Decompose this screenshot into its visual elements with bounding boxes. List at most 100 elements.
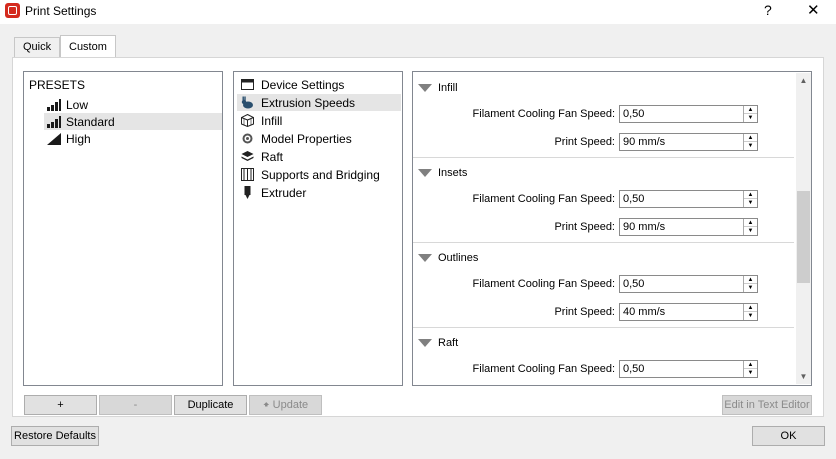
print-speed-label: Print Speed: — [554, 136, 615, 148]
presets-header: PRESETS — [29, 78, 86, 92]
divider — [413, 327, 794, 328]
supports-icon — [241, 168, 254, 181]
presets-panel: PRESETS Low Standard High — [23, 71, 223, 386]
category-label: Infill — [261, 114, 283, 128]
print-speed-spinbox[interactable]: 90 mm/s ▲ ▼ — [619, 218, 758, 236]
close-button[interactable]: ✕ — [807, 1, 820, 19]
spin-up-icon[interactable]: ▲ — [744, 219, 757, 227]
window-title: Print Settings — [25, 4, 97, 18]
category-device-settings[interactable]: Device Settings — [237, 76, 401, 93]
title-bar: Print Settings ? ✕ — [0, 0, 836, 24]
spin-up-icon[interactable]: ▲ — [744, 304, 757, 312]
section-title: Raft — [438, 337, 459, 349]
spin-up-icon[interactable]: ▲ — [744, 276, 757, 284]
category-extruder[interactable]: Extruder — [237, 184, 401, 201]
scroll-thumb[interactable] — [797, 191, 810, 283]
preset-item-standard[interactable]: Standard — [44, 113, 222, 130]
collapse-triangle-icon — [418, 339, 432, 347]
print-speed-spinbox[interactable]: 90 mm/s ▲ ▼ — [619, 133, 758, 151]
spin-down-icon[interactable]: ▼ — [744, 284, 757, 292]
collapse-triangle-icon — [418, 169, 432, 177]
fan-speed-spinbox[interactable]: 0,50 ▲ ▼ — [619, 275, 758, 293]
collapse-triangle-icon — [418, 254, 432, 262]
section-header-raft[interactable]: Raft — [418, 337, 458, 349]
ok-button[interactable]: OK — [752, 426, 825, 446]
cube-icon — [241, 114, 254, 127]
spin-up-icon[interactable]: ▲ — [744, 361, 757, 369]
signal-medium-icon — [47, 116, 61, 128]
category-model-properties[interactable]: Model Properties — [237, 130, 401, 147]
fan-speed-spinbox[interactable]: 0,50 ▲ ▼ — [619, 190, 758, 208]
collapse-triangle-icon — [418, 84, 432, 92]
category-label: Extrusion Speeds — [261, 96, 356, 110]
restore-defaults-button[interactable]: Restore Defaults — [11, 426, 99, 446]
remove-preset-button[interactable]: - — [99, 395, 172, 415]
fan-speed-spinbox[interactable]: 0,50 ▲ ▼ — [619, 360, 758, 378]
arrow-up-icon: 🠹 — [262, 399, 270, 411]
settings-scrollbar[interactable]: ▲ ▼ — [796, 73, 811, 384]
spin-value: 90 mm/s — [623, 221, 666, 233]
preset-label: High — [66, 132, 91, 146]
preset-label: Low — [66, 98, 89, 112]
print-speed-label: Print Speed: — [554, 221, 615, 233]
signal-low-icon — [47, 99, 61, 111]
settings-panel: Infill Filament Cooling Fan Speed: 0,50 … — [412, 71, 812, 386]
spin-up-icon[interactable]: ▲ — [744, 106, 757, 114]
category-raft[interactable]: Raft — [237, 148, 401, 165]
add-preset-button[interactable]: + — [24, 395, 97, 415]
extruder-icon — [244, 186, 251, 199]
rabbit-icon — [241, 96, 253, 109]
update-preset-button[interactable]: 🠹 Update — [249, 395, 322, 415]
section-title: Infill — [438, 82, 458, 94]
spin-up-icon[interactable]: ▲ — [744, 191, 757, 199]
gear-icon — [242, 133, 253, 144]
category-label: Supports and Bridging — [261, 168, 380, 182]
scroll-up-icon[interactable]: ▲ — [796, 73, 811, 88]
section-header-outlines[interactable]: Outlines — [418, 252, 478, 264]
section-header-infill[interactable]: Infill — [418, 82, 458, 94]
scroll-down-icon[interactable]: ▼ — [796, 369, 811, 384]
categories-panel: Device Settings Extrusion Speeds Infill … — [233, 71, 403, 386]
print-speed-spinbox[interactable]: 40 mm/s ▲ ▼ — [619, 303, 758, 321]
spin-value: 0,50 — [623, 278, 645, 290]
spin-value: 40 mm/s — [623, 306, 666, 318]
spin-down-icon[interactable]: ▼ — [744, 199, 757, 207]
spin-down-icon[interactable]: ▼ — [744, 114, 757, 122]
section-header-insets[interactable]: Insets — [418, 167, 467, 179]
spin-down-icon[interactable]: ▼ — [744, 142, 757, 150]
preset-label: Standard — [66, 115, 115, 129]
spin-up-icon[interactable]: ▲ — [744, 134, 757, 142]
fan-speed-label: Filament Cooling Fan Speed: — [472, 363, 615, 375]
tab-quick[interactable]: Quick — [14, 37, 61, 57]
edit-in-text-editor-button[interactable]: Edit in Text Editor — [722, 395, 812, 415]
fan-speed-label: Filament Cooling Fan Speed: — [472, 278, 615, 290]
category-extrusion-speeds[interactable]: Extrusion Speeds — [237, 94, 401, 111]
spin-down-icon[interactable]: ▼ — [744, 369, 757, 377]
update-label: Update — [272, 399, 309, 411]
app-logo-icon — [5, 3, 20, 18]
signal-high-icon — [47, 133, 61, 145]
window-icon — [241, 79, 254, 90]
print-speed-label: Print Speed: — [554, 306, 615, 318]
section-title: Insets — [438, 167, 468, 179]
divider — [413, 157, 794, 158]
fan-speed-label: Filament Cooling Fan Speed: — [472, 193, 615, 205]
duplicate-preset-button[interactable]: Duplicate — [174, 395, 247, 415]
category-supports-bridging[interactable]: Supports and Bridging — [237, 166, 401, 183]
section-title: Outlines — [438, 252, 479, 264]
spin-value: 0,50 — [623, 193, 645, 205]
preset-item-low[interactable]: Low — [44, 96, 222, 113]
spin-value: 0,50 — [623, 108, 645, 120]
category-label: Model Properties — [261, 132, 352, 146]
spin-value: 0,50 — [623, 363, 645, 375]
category-infill[interactable]: Infill — [237, 112, 401, 129]
tab-custom[interactable]: Custom — [60, 35, 116, 58]
fan-speed-label: Filament Cooling Fan Speed: — [472, 108, 615, 120]
preset-item-high[interactable]: High — [44, 130, 222, 147]
help-button[interactable]: ? — [764, 2, 772, 18]
spin-down-icon[interactable]: ▼ — [744, 312, 757, 320]
divider — [413, 242, 794, 243]
spin-down-icon[interactable]: ▼ — [744, 227, 757, 235]
layers-icon — [241, 151, 254, 161]
fan-speed-spinbox[interactable]: 0,50 ▲ ▼ — [619, 105, 758, 123]
